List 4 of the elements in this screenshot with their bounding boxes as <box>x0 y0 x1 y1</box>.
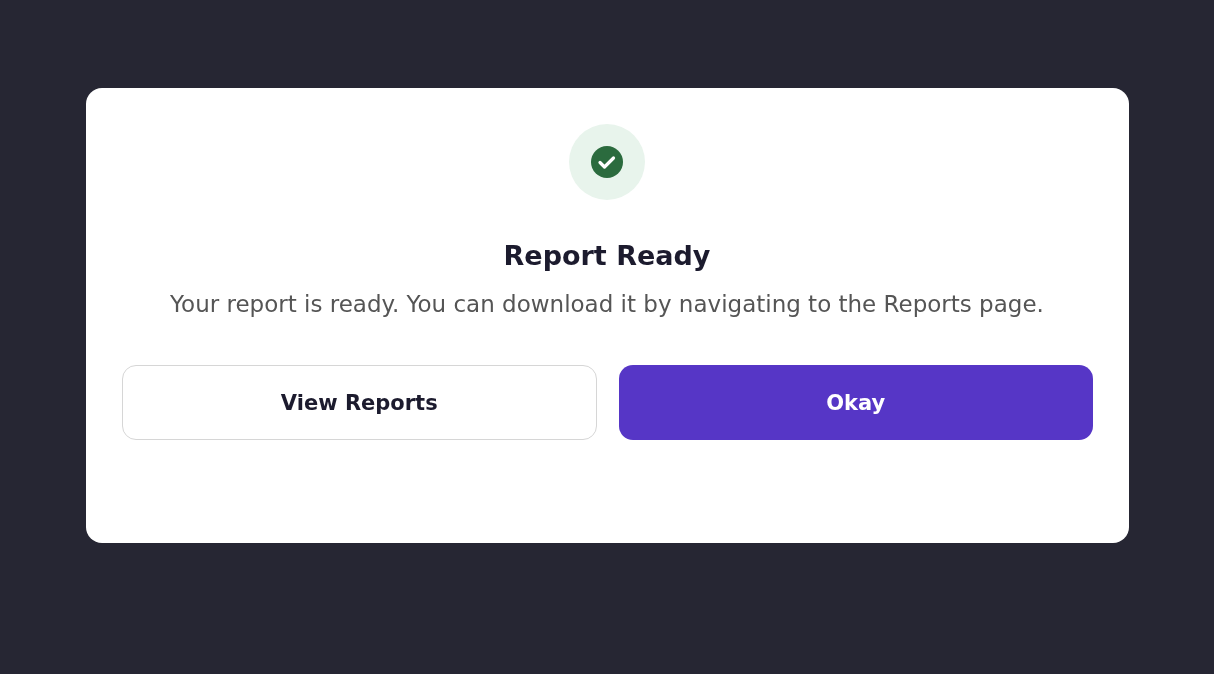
dialog-title: Report Ready <box>503 240 711 271</box>
dialog-message: Your report is ready. You can download it by navigating to the Reports page. <box>169 290 1045 319</box>
okay-button[interactable]: Okay <box>619 365 1093 440</box>
view-reports-button[interactable]: View Reports <box>121 365 597 440</box>
